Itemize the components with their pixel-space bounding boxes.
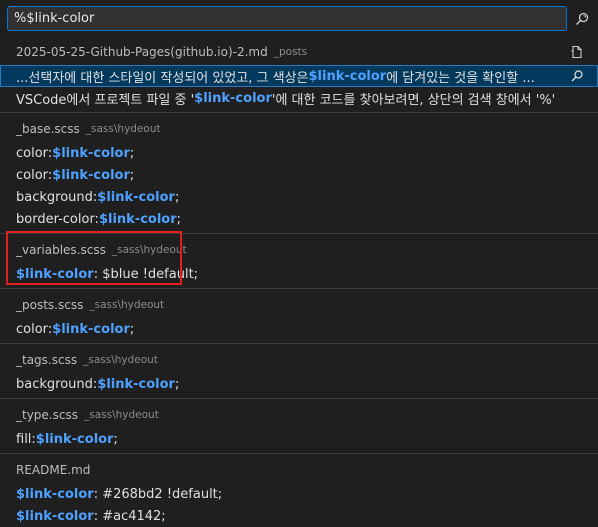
search-result-row[interactable]: border-color: $link-color;: [0, 208, 598, 230]
result-text: ...선택자에 대한 스타일이 작성되어 있었고, 그 색상은: [16, 70, 309, 86]
result-text: : $blue !default;: [93, 266, 199, 282]
search-results-list: 2025-05-25-Github-Pages(github.io)-2.md _…: [0, 39, 598, 527]
file-header[interactable]: 2025-05-25-Github-Pages(github.io)-2.md _…: [0, 39, 598, 65]
file-path: _sass\hydeout: [83, 354, 158, 366]
file-header[interactable]: README.md: [0, 457, 598, 483]
result-text: color:: [16, 145, 53, 161]
match-highlight: $link-color: [35, 431, 114, 447]
file-name: README.md: [16, 463, 91, 477]
result-text: '에 대한 코드를 찾아보려면, 상단의 검색 창에서 '%': [271, 92, 556, 108]
search-result-row[interactable]: ...선택자에 대한 스타일이 작성되어 있었고, 그 색상은 $link-co…: [0, 65, 598, 87]
file-name: _base.scss: [16, 122, 80, 136]
search-result-row[interactable]: color: $link-color;: [0, 164, 598, 186]
search-result-row[interactable]: color: $link-color;: [0, 318, 598, 340]
result-text: : #ac4142;: [93, 508, 166, 524]
group-divider: [0, 112, 598, 113]
match-highlight: $link-color: [98, 211, 177, 227]
result-text: fill:: [16, 431, 36, 447]
file-header[interactable]: _tags.scss _sass\hydeout: [0, 347, 598, 373]
file-name: _tags.scss: [16, 353, 78, 367]
match-highlight: $link-color: [52, 321, 130, 337]
file-header[interactable]: _type.scss _sass\hydeout: [0, 402, 598, 428]
open-file-icon[interactable]: [568, 43, 586, 61]
result-text: color:: [16, 321, 53, 337]
search-result-row[interactable]: $link-color: $blue !default;: [0, 263, 598, 285]
match-highlight: $link-color: [97, 189, 175, 205]
result-text: background:: [16, 189, 98, 205]
match-highlight: $link-color: [52, 145, 130, 161]
search-result-row[interactable]: $link-color: #ac4142;: [0, 505, 598, 527]
find-replace-icon[interactable]: [572, 9, 592, 29]
search-result-row[interactable]: fill: $link-color;: [0, 428, 598, 450]
file-path: _sass\hydeout: [111, 244, 187, 256]
match-highlight: $link-color: [52, 167, 130, 183]
file-path: _sass\hydeout: [83, 409, 159, 421]
file-name: 2025-05-25-Github-Pages(github.io)-2.md: [16, 45, 268, 59]
result-text: color:: [16, 167, 53, 183]
file-name: _posts.scss: [16, 298, 84, 312]
result-text: : #268bd2 !default;: [93, 486, 223, 502]
search-result-row[interactable]: background: $link-color;: [0, 186, 598, 208]
file-header[interactable]: _base.scss _sass\hydeout: [0, 116, 598, 142]
result-text: ;: [174, 376, 180, 392]
file-header[interactable]: _variables.scss _sass\hydeout: [0, 237, 598, 263]
file-path: _posts: [273, 46, 308, 58]
search-input[interactable]: [14, 11, 566, 26]
search-result-row[interactable]: $link-color: #268bd2 !default;: [0, 483, 598, 505]
file-path: _sass\hydeout: [89, 299, 165, 311]
result-text: VSCode에서 프로젝트 파일 중 ': [16, 92, 195, 108]
match-highlight: $link-color: [308, 68, 387, 84]
result-text: ;: [176, 211, 182, 227]
file-path: _sass\hydeout: [85, 123, 161, 135]
search-bar[interactable]: [7, 6, 567, 31]
result-text: ;: [129, 321, 135, 337]
match-highlight: $link-color: [194, 90, 272, 106]
group-divider: [0, 343, 598, 344]
group-divider: [0, 233, 598, 234]
search-result-row[interactable]: VSCode에서 프로젝트 파일 중 ' $link-color '에 대한 코드를…: [0, 87, 598, 109]
result-text: 에 담겨있는 것을 확인할 ...: [386, 70, 535, 86]
result-text: ;: [113, 431, 118, 447]
group-divider: [0, 453, 598, 454]
result-text: background:: [16, 376, 98, 392]
result-text: ;: [129, 167, 135, 183]
match-highlight: $link-color: [16, 508, 94, 524]
file-header[interactable]: _posts.scss _sass\hydeout: [0, 292, 598, 318]
match-highlight: $link-color: [16, 486, 94, 502]
search-result-row[interactable]: color: $link-color;: [0, 142, 598, 164]
match-highlight: $link-color: [16, 266, 94, 282]
group-divider: [0, 288, 598, 289]
result-text: ;: [129, 145, 135, 161]
match-highlight: $link-color: [97, 376, 175, 392]
file-name: _type.scss: [16, 408, 78, 422]
search-result-row[interactable]: background: $link-color;: [0, 373, 598, 395]
result-text: ;: [174, 189, 180, 205]
file-name: _variables.scss: [16, 243, 106, 257]
group-divider: [0, 398, 598, 399]
replace-icon[interactable]: [568, 67, 586, 85]
result-text: border-color:: [16, 211, 99, 227]
